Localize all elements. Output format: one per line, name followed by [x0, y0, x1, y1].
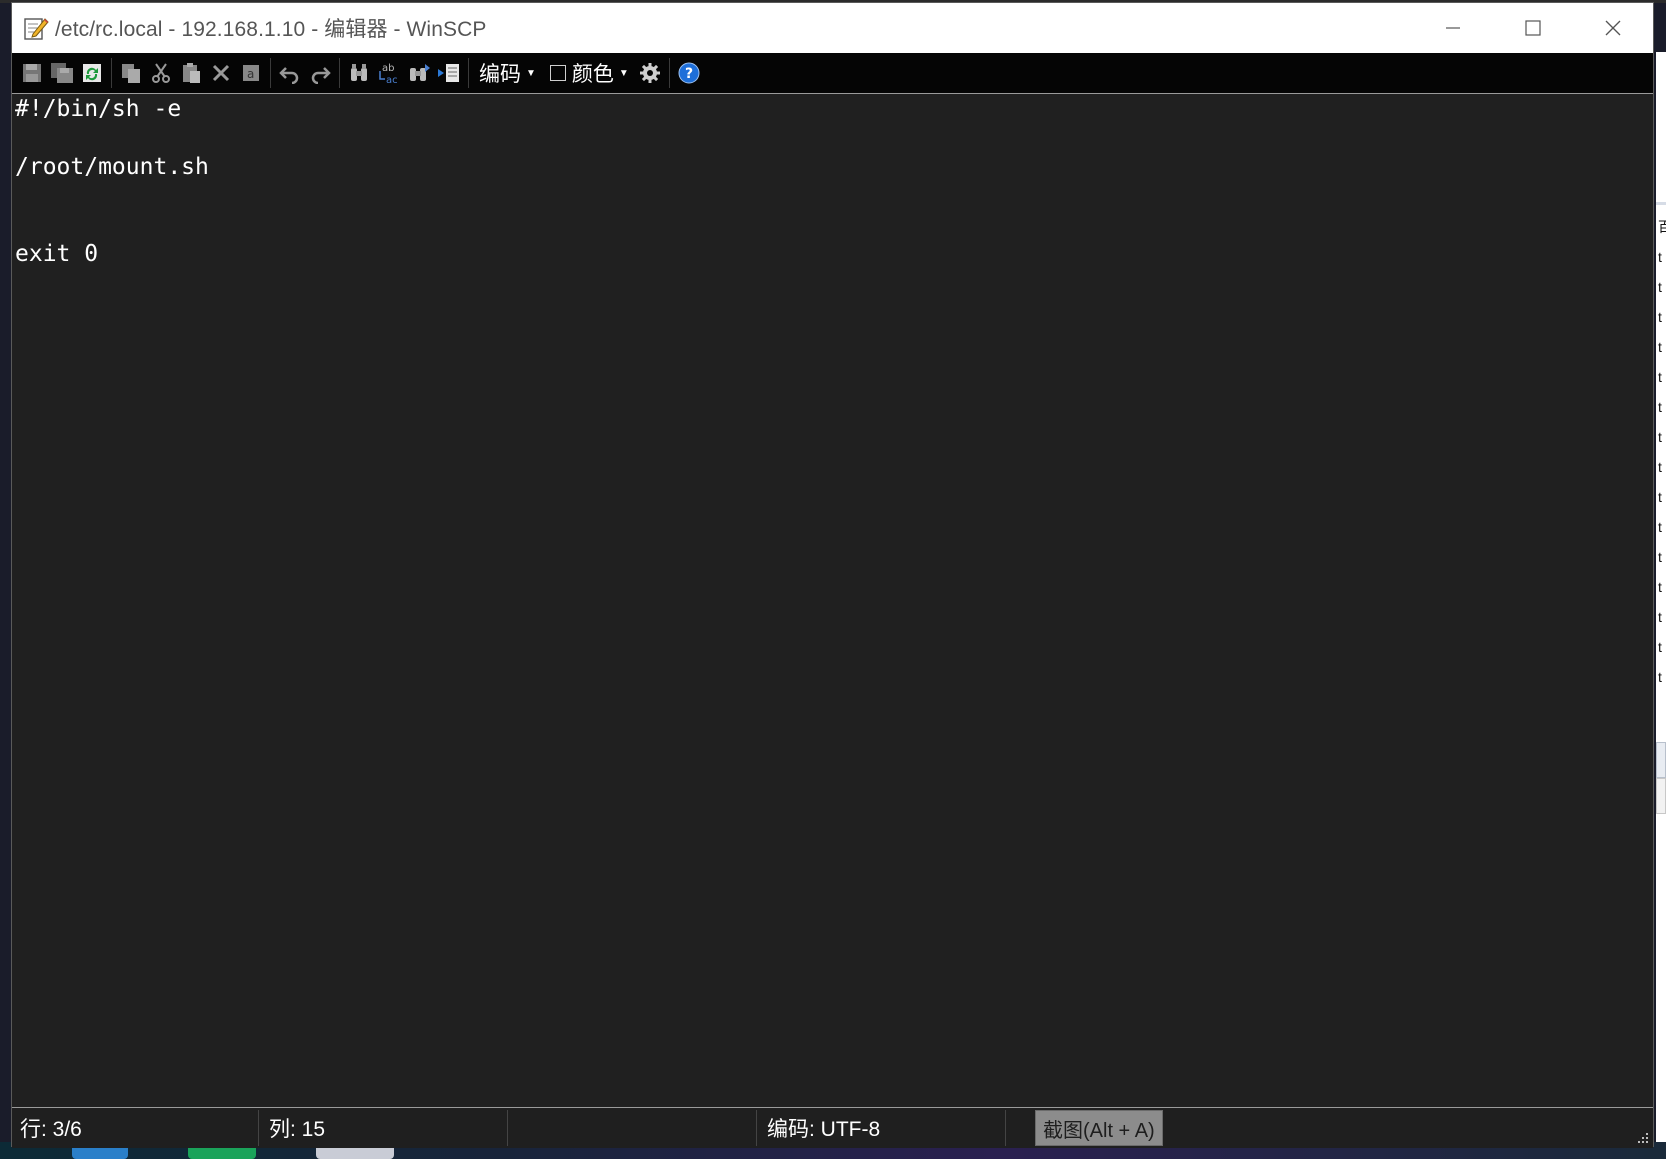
goto-line-button[interactable]: [434, 57, 464, 89]
bg-window-glyph: t: [1658, 429, 1662, 445]
copy-button[interactable]: [116, 57, 146, 89]
find-next-icon: [410, 64, 430, 81]
notepad-icon: [23, 15, 49, 41]
redo-button[interactable]: [305, 57, 335, 89]
minimize-icon: [1446, 27, 1460, 29]
reload-button[interactable]: [77, 57, 107, 89]
close-icon: [1605, 20, 1621, 36]
status-line-position: 行: 3/6: [12, 1110, 259, 1146]
bg-window-glyph: t: [1658, 579, 1662, 595]
bg-window-glyph: t: [1658, 279, 1662, 295]
undo-button[interactable]: [275, 57, 305, 89]
select-all-button[interactable]: a: [236, 57, 266, 89]
toolbar-separator: [468, 58, 469, 88]
help-button[interactable]: ?: [674, 57, 704, 89]
settings-button[interactable]: [635, 57, 665, 89]
color-label: 颜色: [571, 63, 614, 86]
maximize-button[interactable]: [1493, 3, 1573, 53]
toolbar-separator: [270, 58, 271, 88]
bg-window-glyph: t: [1658, 249, 1662, 265]
replace-button[interactable]: ab ac: [374, 57, 404, 89]
editor-window: /etc/rc.local - 192.168.1.10 - 编辑器 - Win…: [11, 2, 1654, 1148]
bg-window-glyph: t: [1658, 669, 1662, 685]
bg-window-scroll-thumb: [1656, 778, 1666, 814]
cut-button[interactable]: [146, 57, 176, 89]
select-all-icon: a: [243, 65, 259, 81]
minimize-button[interactable]: [1413, 3, 1493, 53]
bg-window-glyph: t: [1658, 339, 1662, 355]
delete-icon: [212, 64, 230, 82]
svg-text:a: a: [247, 67, 254, 81]
chevron-down-icon: ▼: [526, 67, 536, 79]
gear-icon: [639, 63, 660, 83]
bg-window-glyph: t: [1658, 459, 1662, 475]
toolbar-separator: [339, 58, 340, 88]
window-controls: [1413, 3, 1653, 53]
paste-button[interactable]: [176, 57, 206, 89]
close-button[interactable]: [1573, 3, 1653, 53]
goto-line-icon: [438, 64, 459, 82]
bg-window-glyph: t: [1658, 639, 1662, 655]
color-dropdown[interactable]: 颜色 ▼: [570, 57, 635, 89]
bg-window-glyph: t: [1658, 519, 1662, 535]
toolbar-separator: [668, 58, 670, 88]
text-editor[interactable]: #!/bin/sh -e /root/mount.sh exit 0: [12, 93, 1653, 1108]
delete-button[interactable]: [206, 57, 236, 89]
status-empty-panel: [510, 1110, 757, 1146]
reload-icon: [83, 64, 101, 82]
screenshot-tooltip: 截图(Alt + A): [1035, 1110, 1163, 1146]
copy-icon: [122, 64, 140, 83]
code-line: exit 0: [15, 241, 99, 267]
bg-window-glyph: t: [1658, 369, 1662, 385]
help-icon: ?: [678, 62, 700, 84]
paste-icon: [183, 63, 200, 83]
bg-window-divider: [1656, 202, 1666, 205]
find-next-button[interactable]: [404, 57, 434, 89]
find-button[interactable]: [344, 57, 374, 89]
resize-grip-icon[interactable]: [1635, 1130, 1649, 1144]
chevron-down-icon: ▼: [618, 67, 629, 79]
save-all-button[interactable]: [47, 57, 77, 89]
replace-icon: abac: [379, 63, 398, 85]
binoculars-icon: [351, 64, 367, 81]
save-button[interactable]: [17, 57, 47, 89]
save-all-icon: [51, 63, 73, 83]
svg-text:ab: ab: [382, 63, 394, 74]
title-bar[interactable]: /etc/rc.local - 192.168.1.10 - 编辑器 - Win…: [12, 3, 1653, 53]
bg-window-glyph: t: [1658, 309, 1662, 325]
maximize-icon: [1525, 20, 1541, 36]
status-encoding: 编码: UTF-8: [759, 1110, 1006, 1146]
window-title: /etc/rc.local - 192.168.1.10 - 编辑器 - Win…: [55, 18, 487, 41]
bg-window-glyph: t: [1658, 549, 1662, 565]
encoding-label: 编码: [479, 63, 521, 86]
status-bar: 行: 3/6 列: 15 编码: UTF-8: [12, 1108, 1653, 1148]
encoding-dropdown[interactable]: 编码 ▼: [473, 57, 542, 89]
toolbar: a ab ac 编码 ▼ 颜色 ▼ ?: [12, 53, 1653, 93]
background-window-edge: 百 t t t t t t t t t t t t t t t: [1656, 52, 1666, 1142]
bg-window-glyph: t: [1658, 609, 1662, 625]
bg-window-glyph: t: [1658, 399, 1662, 415]
cut-icon: [152, 63, 170, 83]
svg-text:ac: ac: [386, 75, 398, 85]
code-line: /root/mount.sh: [15, 154, 209, 180]
code-line: #!/bin/sh -e: [15, 96, 182, 122]
bg-window-glyph: 百: [1658, 219, 1666, 235]
bg-window-glyph: t: [1658, 489, 1662, 505]
undo-icon: [279, 67, 299, 84]
color-checkbox[interactable]: [549, 65, 566, 81]
toolbar-separator: [111, 58, 112, 88]
status-column-position: 列: 15: [261, 1110, 508, 1146]
svg-text:?: ?: [685, 66, 693, 82]
bg-window-scroll-thumb: [1656, 742, 1666, 778]
save-icon: [23, 64, 41, 82]
redo-icon: [311, 67, 331, 84]
